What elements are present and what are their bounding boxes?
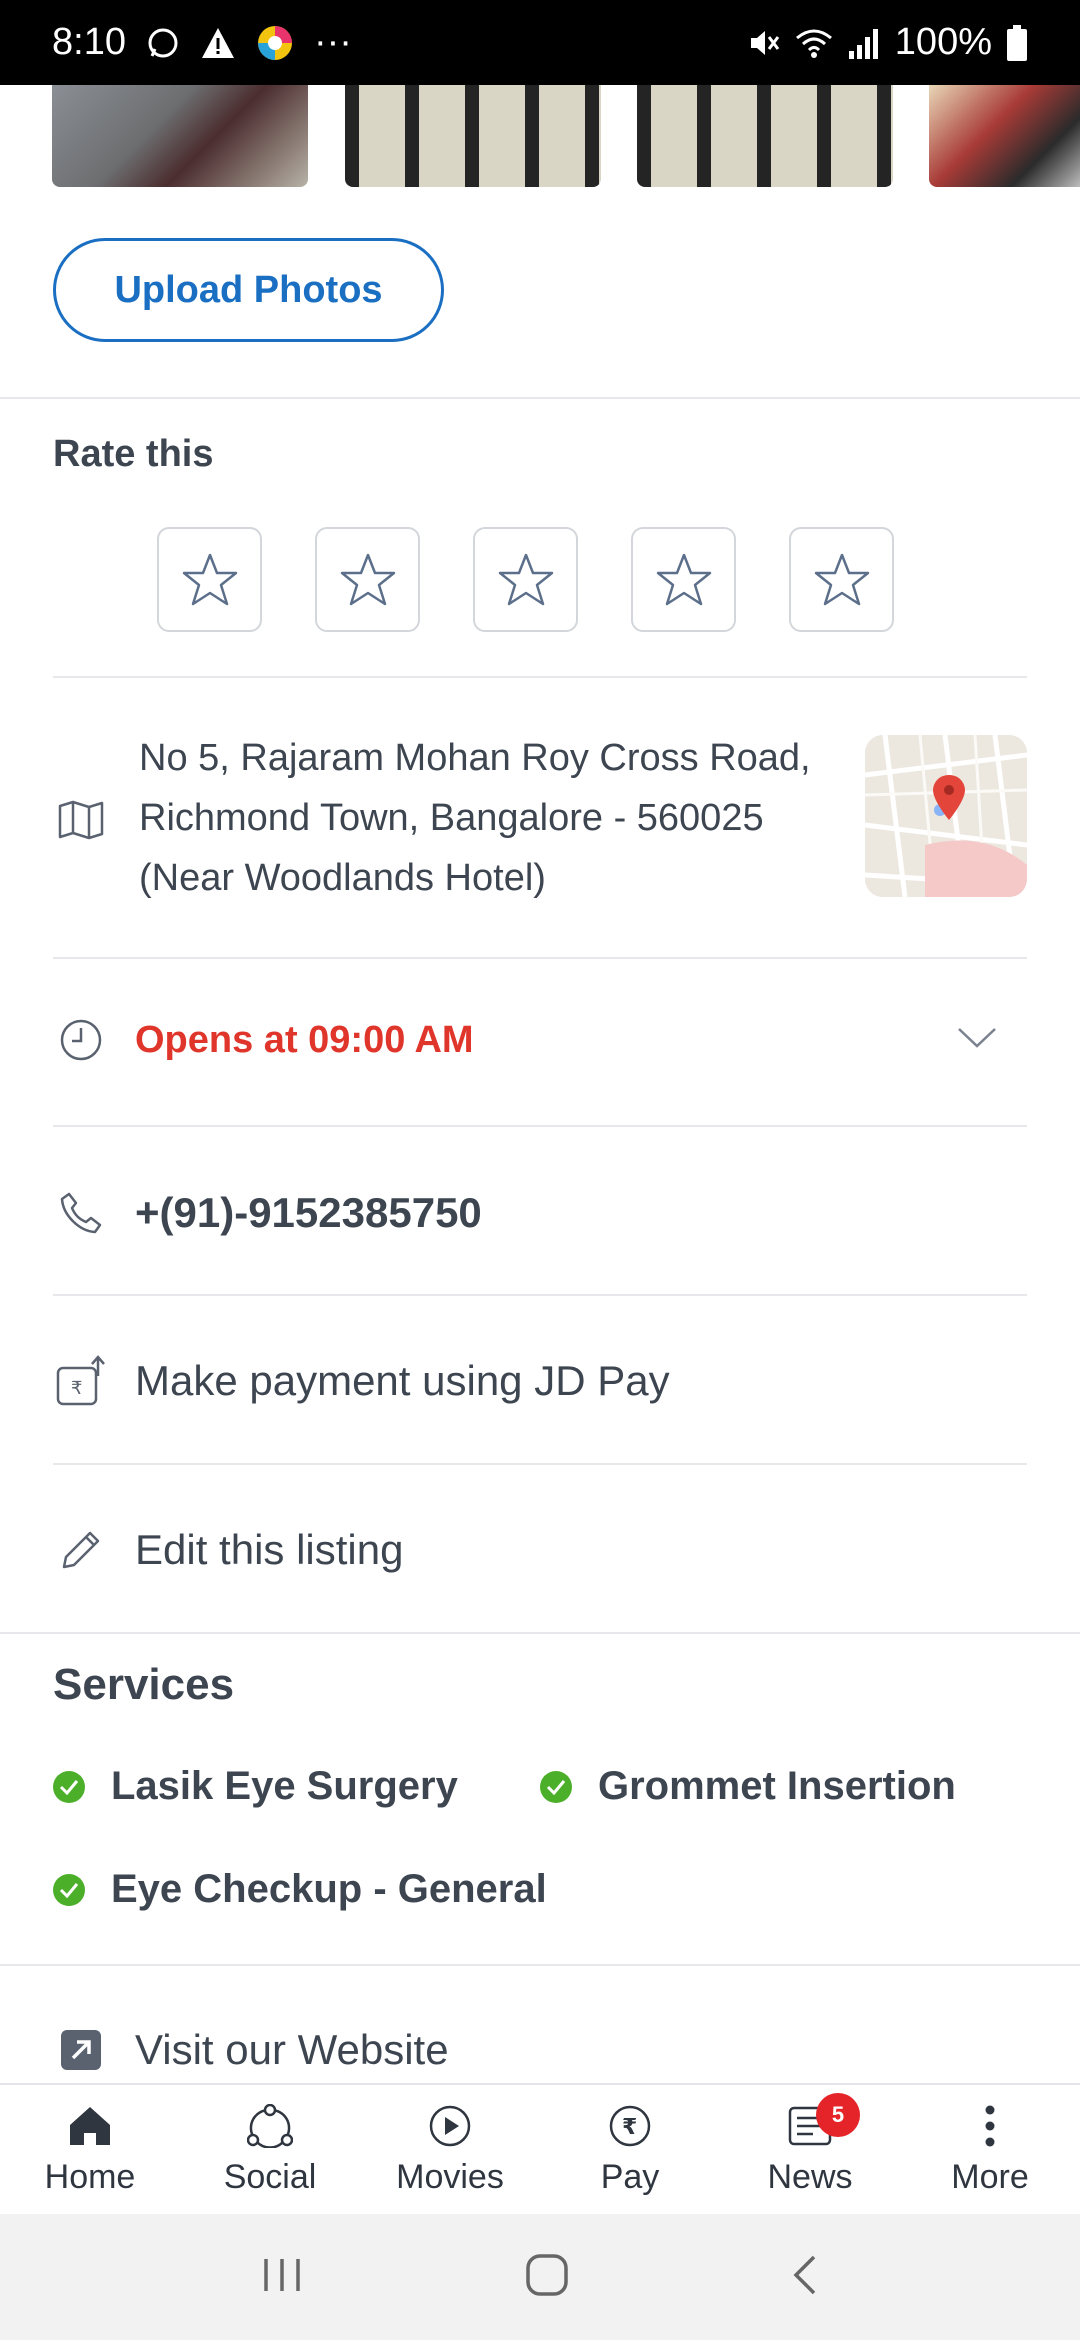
gallery-photo[interactable] [345, 85, 601, 187]
more-notifications-icon: ··· [313, 21, 352, 63]
rupee-icon: ₹ [606, 2102, 654, 2150]
nav-news[interactable]: 5 News [720, 2085, 900, 2214]
address-line: (Near Woodlands Hotel) [139, 857, 546, 899]
star-icon [656, 553, 711, 605]
nav-label: Pay [600, 2158, 660, 2196]
status-time: 8:10 [52, 21, 126, 63]
battery-percent: 100% [894, 21, 992, 63]
divider [53, 1294, 1027, 1296]
divider [53, 1463, 1027, 1465]
divider [53, 676, 1027, 678]
service-item: Eye Checkup - General [53, 1867, 547, 1912]
address-text: No 5, Rajaram Mohan Roy Cross Road, Rich… [139, 728, 839, 908]
nav-label: More [951, 2158, 1029, 2196]
map-icon [53, 792, 109, 848]
gallery-photo[interactable] [929, 85, 1080, 187]
external-link-icon [53, 2022, 109, 2078]
service-item: Grommet Insertion [540, 1764, 956, 1809]
star-icon [340, 553, 395, 605]
address-line: No 5, Rajaram Mohan Roy Cross Road, [139, 737, 811, 779]
divider [53, 957, 1027, 959]
nav-social[interactable]: Social [180, 2085, 360, 2214]
nav-more[interactable]: More [900, 2085, 1080, 2214]
pencil-icon [53, 1522, 109, 1578]
upload-photos-button[interactable]: Upload Photos [53, 238, 444, 342]
star-icon [814, 553, 869, 605]
svg-text:₹: ₹ [622, 2115, 637, 2140]
play-icon [426, 2102, 474, 2150]
home-button-icon[interactable] [524, 2252, 570, 2303]
service-item: Lasik Eye Surgery [53, 1764, 458, 1809]
home-icon [66, 2102, 114, 2150]
nav-label: Home [44, 2158, 136, 2196]
phone-icon [53, 1185, 109, 1241]
system-navigation-bar [0, 2214, 1080, 2340]
opening-hours: Opens at 09:00 AM [135, 1018, 474, 1061]
jd-pay-text: Make payment using JD Pay [135, 1357, 670, 1404]
star-icon [498, 553, 553, 605]
warning-icon [200, 26, 236, 60]
battery-icon [1006, 24, 1028, 61]
chevron-down-icon[interactable] [957, 1026, 997, 1055]
jd-pay-row[interactable]: ₹ Make payment using JD Pay [53, 1351, 1027, 1411]
divider [0, 1964, 1080, 1966]
payment-icon: ₹ [53, 1353, 109, 1409]
star-rating-button-5[interactable] [789, 527, 894, 632]
nav-movies[interactable]: Movies [360, 2085, 540, 2214]
divider [0, 1632, 1080, 1634]
more-vertical-icon [966, 2102, 1014, 2150]
signal-icon [847, 27, 881, 59]
status-bar: 8:10 ··· 100% [0, 0, 1080, 85]
svg-text:₹: ₹ [71, 1378, 82, 1399]
nav-label: News [767, 2158, 853, 2196]
nav-label: Movies [396, 2158, 504, 2196]
service-label: Eye Checkup - General [111, 1867, 547, 1911]
hours-row[interactable]: Opens at 09:00 AM [53, 1010, 1027, 1070]
check-icon [540, 1770, 572, 1803]
back-icon[interactable] [790, 2253, 820, 2302]
star-icon [182, 553, 237, 605]
rate-this-title: Rate this [53, 433, 214, 475]
star-rating-button-3[interactable] [473, 527, 578, 632]
nav-home[interactable]: Home [0, 2085, 180, 2214]
photo-gallery[interactable] [0, 85, 1080, 187]
divider [0, 397, 1080, 399]
nav-pay[interactable]: ₹ Pay [540, 2085, 720, 2214]
services-title: Services [53, 1660, 235, 1709]
service-label: Lasik Eye Surgery [111, 1764, 458, 1808]
edit-listing-text: Edit this listing [135, 1526, 404, 1573]
gallery-photo[interactable] [637, 85, 893, 187]
check-icon [53, 1873, 85, 1906]
wifi-icon [795, 26, 833, 60]
phone-number[interactable]: +(91)-9152385750 [135, 1189, 482, 1237]
check-icon [53, 1770, 85, 1803]
whatsapp-icon [146, 26, 180, 60]
app-notification-icon [256, 24, 294, 62]
gallery-photo[interactable] [52, 85, 308, 187]
visit-website-row[interactable]: Visit our Website [53, 2020, 1027, 2080]
bottom-navigation: Home Social Movies ₹ Pay 5 News More [0, 2083, 1080, 2214]
edit-listing-row[interactable]: Edit this listing [53, 1520, 1027, 1580]
mute-icon [747, 26, 781, 60]
divider [53, 1125, 1027, 1127]
star-rating-button-4[interactable] [631, 527, 736, 632]
clock-icon [53, 1012, 109, 1068]
map-thumbnail[interactable] [865, 735, 1027, 897]
visit-website-text: Visit our Website [135, 2026, 449, 2073]
phone-row[interactable]: +(91)-9152385750 [53, 1183, 1027, 1243]
rating-stars [157, 527, 894, 632]
social-icon [246, 2102, 294, 2150]
service-label: Grommet Insertion [598, 1764, 956, 1808]
address-line: Richmond Town, Bangalore - 560025 [139, 797, 764, 839]
star-rating-button-1[interactable] [157, 527, 262, 632]
news-badge: 5 [816, 2093, 860, 2137]
star-rating-button-2[interactable] [315, 527, 420, 632]
nav-label: Social [223, 2158, 317, 2196]
recent-apps-icon[interactable] [260, 2255, 304, 2300]
